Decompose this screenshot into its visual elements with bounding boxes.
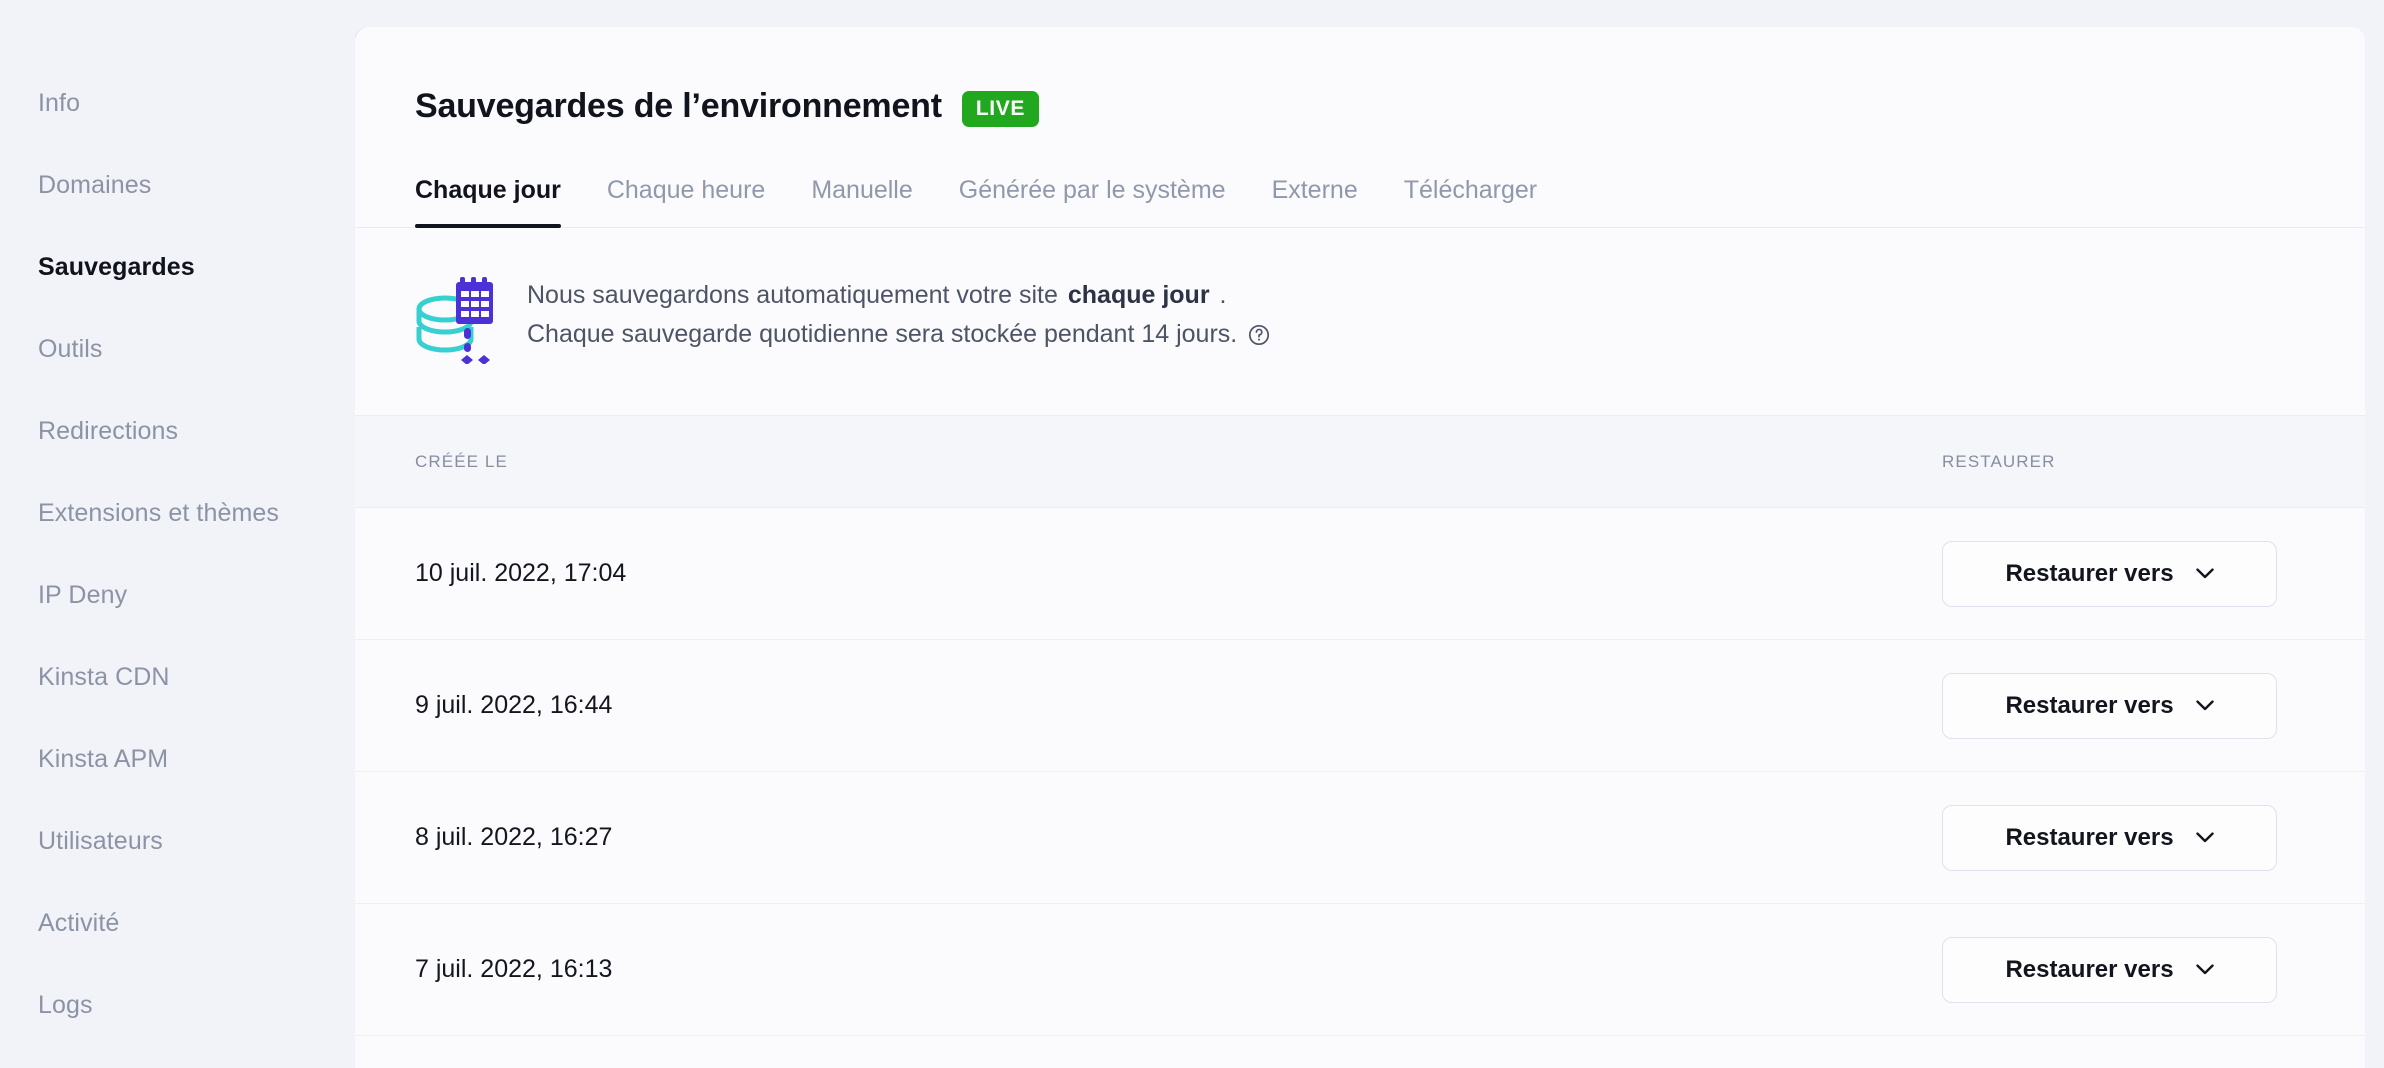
sidebar-nav-list: Info Domaines Sauvegardes Outils Redirec… (0, 62, 355, 1046)
sidebar-item-ip-deny[interactable]: IP Deny (0, 554, 355, 636)
sidebar-item-label: Domaines (38, 170, 152, 199)
sidebar-item-label: Outils (38, 334, 103, 363)
content-panel: Sauvegardes de l’environnement LIVE Chaq… (355, 27, 2365, 1068)
sidebar-item-kinsta-cdn[interactable]: Kinsta CDN (0, 636, 355, 718)
restore-to-button[interactable]: Restaurer vers (1942, 672, 2277, 739)
cell-restore-action: Restaurer vers (1920, 672, 2365, 739)
chevron-down-icon (2195, 700, 2214, 711)
sidebar-item-activite[interactable]: Activité (0, 882, 355, 964)
tab-label: Manuelle (811, 176, 913, 204)
restore-button-label: Restaurer vers (2005, 955, 2174, 983)
banner-line-2: Chaque sauvegarde quotidienne sera stock… (527, 315, 1271, 354)
chevron-down-icon (2195, 832, 2214, 843)
column-header-restore: RESTAURER (1942, 451, 2056, 471)
sidebar-item-logs[interactable]: Logs (0, 964, 355, 1046)
cell-created-date: 8 juil. 2022, 16:27 (415, 823, 613, 851)
table-row: 8 juil. 2022, 16:27 Restaurer vers (355, 772, 2365, 904)
sidebar-item-outils[interactable]: Outils (0, 308, 355, 390)
tab-telecharger[interactable]: Télécharger (1381, 176, 1560, 227)
sidebar-item-label: Redirections (38, 416, 179, 445)
sidebar-item-utilisateurs[interactable]: Utilisateurs (0, 800, 355, 882)
sidebar-item-label: Sauvegardes (38, 252, 195, 281)
banner-line1-strong: chaque jour (1067, 281, 1210, 309)
tab-label: Générée par le système (958, 176, 1226, 204)
tab-label: Externe (1271, 176, 1358, 204)
page-title: Sauvegardes de l’environnement (415, 87, 942, 125)
sidebar-item-label: Activité (38, 908, 120, 937)
banner-line2-text: Chaque sauvegarde quotidienne sera stock… (527, 319, 1238, 348)
sidebar-item-label: Kinsta CDN (38, 662, 170, 691)
tab-label: Chaque jour (415, 176, 561, 204)
backups-table: CRÉÉE LE RESTAURER 10 juil. 2022, 17:04 … (355, 415, 2365, 1036)
sidebar-item-label: Utilisateurs (38, 826, 163, 855)
tab-chaque-jour[interactable]: Chaque jour (415, 176, 584, 228)
tab-chaque-heure[interactable]: Chaque heure (584, 176, 788, 227)
restore-to-button[interactable]: Restaurer vers (1942, 540, 2277, 607)
tab-externe[interactable]: Externe (1249, 176, 1381, 227)
table-row: 9 juil. 2022, 16:44 Restaurer vers (355, 640, 2365, 772)
sidebar-item-redirections[interactable]: Redirections (0, 390, 355, 472)
sidebar: Info Domaines Sauvegardes Outils Redirec… (0, 0, 355, 1068)
banner-line-1: Nous sauvegardons automatiquement votre … (527, 276, 1271, 315)
sidebar-item-label: Extensions et thèmes (38, 498, 280, 527)
tab-label: Chaque heure (606, 176, 766, 204)
tab-label: Télécharger (1403, 176, 1538, 204)
restore-button-label: Restaurer vers (2005, 691, 2174, 719)
sidebar-item-label: Info (38, 88, 81, 117)
help-circle-icon[interactable] (1247, 323, 1271, 347)
sidebar-item-label: Kinsta APM (38, 744, 169, 773)
banner-line1-prefix: Nous sauvegardons automatiquement votre … (527, 281, 1058, 309)
tab-bar: Chaque jour Chaque heure Manuelle Généré… (355, 138, 2365, 228)
cell-created-date: 7 juil. 2022, 16:13 (415, 955, 613, 983)
chevron-down-icon (2195, 964, 2214, 975)
sidebar-item-domaines[interactable]: Domaines (0, 144, 355, 226)
cell-created-date: 10 juil. 2022, 17:04 (415, 559, 627, 587)
restore-button-label: Restaurer vers (2005, 823, 2174, 851)
tab-manuelle[interactable]: Manuelle (788, 176, 935, 227)
table-header-row: CRÉÉE LE RESTAURER (355, 415, 2365, 508)
database-calendar-illustration (415, 272, 497, 365)
cell-restore-action: Restaurer vers (1920, 936, 2365, 1003)
restore-button-label: Restaurer vers (2005, 559, 2174, 587)
sidebar-item-kinsta-apm[interactable]: Kinsta APM (0, 718, 355, 800)
sidebar-item-sauvegardes[interactable]: Sauvegardes (0, 226, 355, 308)
sidebar-item-label: Logs (38, 990, 93, 1019)
restore-to-button[interactable]: Restaurer vers (1942, 804, 2277, 871)
table-row: 10 juil. 2022, 17:04 Restaurer vers (355, 508, 2365, 640)
restore-to-button[interactable]: Restaurer vers (1942, 936, 2277, 1003)
sidebar-item-label: IP Deny (38, 580, 128, 609)
tab-generee-par-le-systeme[interactable]: Générée par le système (936, 176, 1249, 227)
page-header: Sauvegardes de l’environnement LIVE (355, 27, 2365, 127)
chevron-down-icon (2195, 568, 2214, 579)
app-root: Info Domaines Sauvegardes Outils Redirec… (0, 0, 2384, 1068)
cell-restore-action: Restaurer vers (1920, 804, 2365, 871)
info-banner: Nous sauvegardons automatiquement votre … (355, 228, 2365, 365)
cell-restore-action: Restaurer vers (1920, 540, 2365, 607)
banner-line1-suffix: . (1219, 281, 1227, 309)
banner-text-block: Nous sauvegardons automatiquement votre … (527, 268, 1271, 354)
status-badge-live: LIVE (961, 90, 1039, 127)
sidebar-item-extensions-et-themes[interactable]: Extensions et thèmes (0, 472, 355, 554)
table-row: 7 juil. 2022, 16:13 Restaurer vers (355, 904, 2365, 1036)
sidebar-item-info[interactable]: Info (0, 62, 355, 144)
cell-created-date: 9 juil. 2022, 16:44 (415, 691, 613, 719)
column-header-created: CRÉÉE LE (415, 451, 508, 471)
